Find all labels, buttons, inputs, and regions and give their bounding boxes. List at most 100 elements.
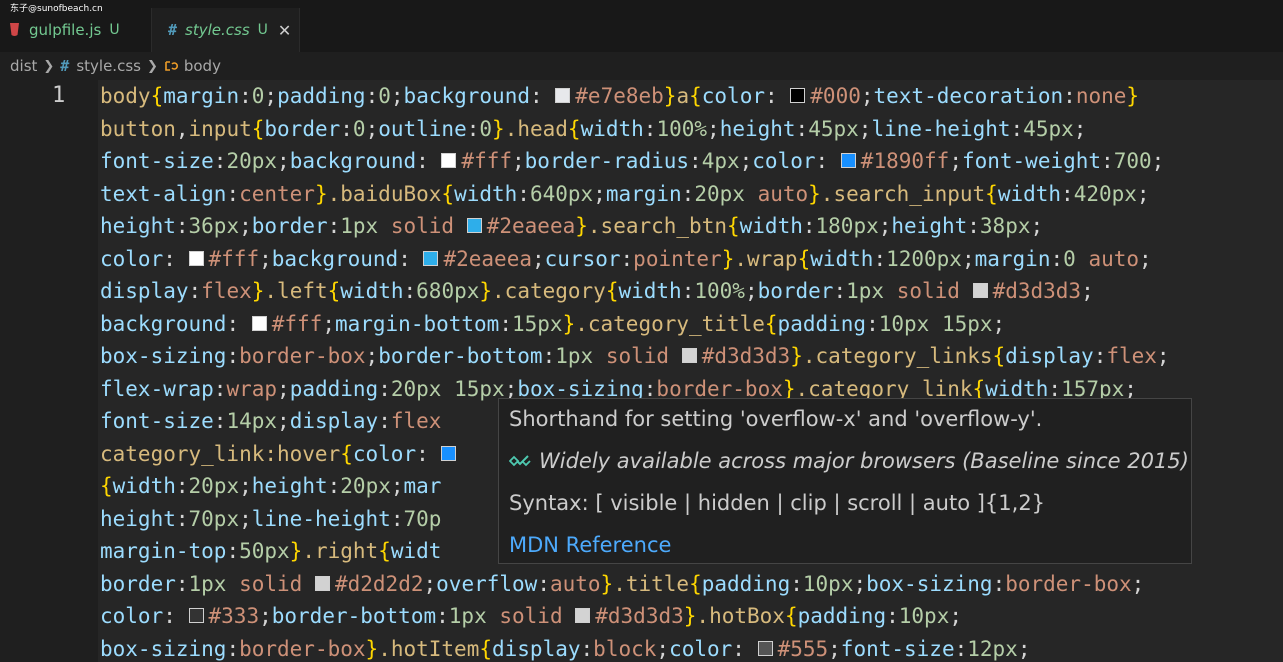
color-swatch[interactable] xyxy=(441,153,457,168)
code-token: } xyxy=(365,636,379,661)
code-token: 45px xyxy=(808,116,859,141)
code-token: width xyxy=(985,376,1049,401)
color-swatch[interactable] xyxy=(681,348,697,363)
code-token: margin xyxy=(605,181,682,206)
code-token: : xyxy=(873,246,887,271)
code-token: : xyxy=(175,214,189,238)
code-token: .category xyxy=(492,279,606,303)
color-swatch[interactable] xyxy=(314,575,330,591)
code-token: .head xyxy=(504,116,568,141)
code-token: } xyxy=(562,311,576,336)
code-token: ; xyxy=(259,246,272,271)
code-token: } xyxy=(808,181,821,206)
code-token: : xyxy=(954,636,968,661)
code-token: ; xyxy=(878,214,892,238)
color-swatch[interactable] xyxy=(441,445,457,461)
code-line: border:1px solid #d2d2d2;overflow:auto}.… xyxy=(100,568,1144,600)
color-swatch[interactable] xyxy=(790,88,806,103)
code-token: ; xyxy=(390,84,404,108)
code-token: width xyxy=(454,181,518,206)
code-token: flex xyxy=(390,409,442,433)
mdn-reference-link[interactable]: MDN Reference xyxy=(509,533,671,557)
code-token: } xyxy=(1126,84,1140,108)
breadcrumb-folder[interactable]: dist xyxy=(10,57,37,75)
code-token: : xyxy=(226,539,240,563)
color-swatch[interactable] xyxy=(575,608,591,623)
code-token: : xyxy=(643,376,657,401)
watermark: 东子@sunofbeach.cn xyxy=(10,4,103,14)
code-token: .left xyxy=(264,279,328,303)
code-token: : xyxy=(517,181,530,206)
code-token: .hotBox xyxy=(696,604,785,628)
code-token: 680px xyxy=(416,279,480,303)
code-token: { xyxy=(764,311,778,336)
code-token: 15px xyxy=(454,376,505,401)
color-swatch[interactable] xyxy=(555,88,571,103)
code-token: : xyxy=(537,571,550,596)
code-token: : xyxy=(764,84,791,108)
color-swatch[interactable] xyxy=(188,250,204,266)
code-token: : xyxy=(239,84,252,108)
tab-gulpfile[interactable]: gulpfile.js U xyxy=(0,8,152,52)
code-token: 1200px xyxy=(886,246,962,271)
code-token: font-size xyxy=(100,149,214,173)
code-token: ; xyxy=(239,506,252,531)
color-swatch[interactable] xyxy=(840,153,856,168)
code-token: body xyxy=(100,84,151,108)
hover-description: Shorthand for setting 'overflow-x' and '… xyxy=(509,407,1043,431)
color-swatch[interactable] xyxy=(188,608,204,623)
code-token: flex xyxy=(1106,344,1157,368)
code-token: ; xyxy=(1131,571,1145,596)
code-token: padding xyxy=(701,571,791,596)
color-swatch[interactable] xyxy=(466,218,482,233)
close-icon[interactable]: ✕ xyxy=(278,21,291,40)
code-token: 15px xyxy=(512,311,563,336)
code-token: 20px xyxy=(340,474,391,498)
code-token: : xyxy=(992,571,1006,596)
code-line: body{margin:0;padding:0;background: #e7e… xyxy=(100,80,1139,112)
tab-style-css-status: U xyxy=(257,22,268,38)
line-number: 1 xyxy=(52,83,66,108)
tab-style-css[interactable]: # style.css U ✕ xyxy=(152,8,300,52)
code-token: center xyxy=(239,181,315,206)
code-token: ; xyxy=(277,376,290,401)
code-token: : xyxy=(175,506,189,531)
color-swatch[interactable] xyxy=(972,283,988,298)
code-token: margin xyxy=(974,246,1051,271)
code-token: { xyxy=(567,116,581,141)
code-token: { xyxy=(784,604,798,628)
code-token: box-sizing xyxy=(100,636,227,661)
code-token: : xyxy=(542,344,556,368)
code-token: auto xyxy=(1088,246,1140,271)
breadcrumb-symbol[interactable]: body xyxy=(184,57,221,75)
code-token: border-box xyxy=(1005,571,1132,596)
code-token: #fff xyxy=(208,246,260,271)
code-token: 12px xyxy=(967,636,1018,661)
code-token: width xyxy=(580,116,644,141)
code-token: ; xyxy=(365,116,379,141)
code-token: width xyxy=(340,279,404,303)
code-token: ; xyxy=(259,604,272,628)
code-token: ; xyxy=(744,279,758,303)
code-token: #fff xyxy=(461,149,512,173)
color-swatch[interactable] xyxy=(757,640,773,656)
code-token: ; xyxy=(532,246,545,271)
code-token: #1890ff xyxy=(860,149,950,173)
code-token: : xyxy=(681,181,695,206)
code-token: , xyxy=(175,116,189,141)
code-token: padding xyxy=(289,376,379,401)
code-token: solid xyxy=(605,344,670,368)
color-swatch[interactable] xyxy=(251,315,267,331)
code-token: 1px xyxy=(340,214,379,238)
breadcrumb-file[interactable]: style.css xyxy=(76,57,141,75)
code-token: : xyxy=(175,474,189,498)
hover-baseline: Widely available across major browsers (… xyxy=(509,449,1189,473)
color-swatch[interactable] xyxy=(423,250,439,266)
code-token: 640px xyxy=(529,181,594,206)
code-editor[interactable]: body{margin:0;padding:0;background: #e7e… xyxy=(98,80,1283,662)
code-token: flex-wrap xyxy=(100,376,214,401)
code-token: a xyxy=(676,84,690,108)
